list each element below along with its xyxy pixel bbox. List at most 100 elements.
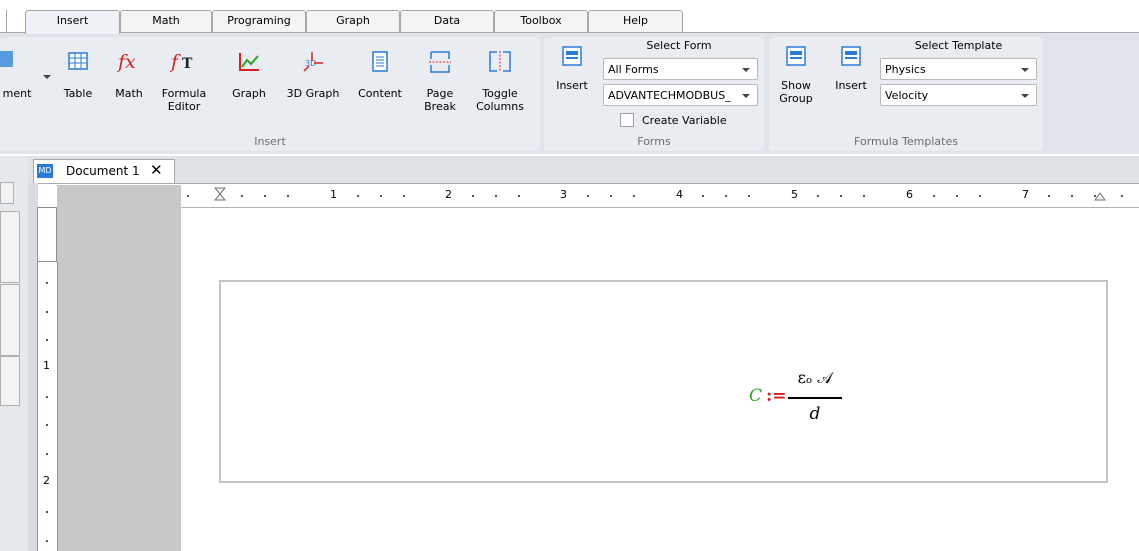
select-template-label: Select Template bbox=[914, 39, 1003, 52]
create-variable-label: Create Variable bbox=[642, 114, 727, 127]
template-icon bbox=[841, 46, 861, 66]
create-variable-checkbox[interactable] bbox=[620, 113, 634, 127]
tab-insert[interactable]: Insert bbox=[25, 10, 120, 34]
form-filter-select[interactable]: All Forms bbox=[603, 58, 758, 80]
svg-text:f: f bbox=[169, 51, 181, 73]
template-select[interactable]: Velocity bbox=[880, 84, 1037, 106]
insert-group: ment Table fx Math f T Formula Editor Gr… bbox=[0, 37, 540, 151]
show-group-label-1: Show bbox=[781, 79, 811, 92]
ruler-number: 1 bbox=[43, 359, 50, 372]
toggle-columns-icon bbox=[489, 51, 511, 72]
assign-operator: := bbox=[766, 386, 787, 406]
formula-templates-group: Show Group Insert Select Template Physic… bbox=[769, 37, 1043, 151]
fraction-bar bbox=[788, 397, 842, 399]
forms-insert-label: Insert bbox=[556, 79, 588, 92]
formula-editor-button[interactable]: f T Formula Editor bbox=[160, 51, 208, 113]
page-break-label-1: Page bbox=[426, 87, 454, 100]
tab-programing[interactable]: Programing bbox=[212, 10, 306, 33]
table-label: Table bbox=[63, 87, 93, 100]
comment-button[interactable]: ment bbox=[0, 47, 38, 100]
ruler-ticks bbox=[187, 187, 1123, 201]
toggle-columns-button[interactable]: Toggle Columns bbox=[472, 51, 528, 113]
template-category-select[interactable]: Physics bbox=[880, 58, 1037, 80]
page-break-button[interactable]: Page Break bbox=[420, 51, 460, 113]
formula-lhs: C bbox=[749, 386, 763, 406]
show-group-button[interactable]: Show Group bbox=[777, 45, 815, 105]
side-panel-tab-2[interactable] bbox=[0, 284, 20, 356]
page-break-label-2: Break bbox=[424, 100, 456, 113]
vertical-ruler: 1 2 bbox=[37, 262, 58, 551]
content-icon bbox=[372, 51, 388, 72]
ribbon-tab-bar: Insert Math Programing Graph Data Toolbo… bbox=[0, 0, 1139, 34]
horizontal-ruler: 1 2 3 4 5 6 7 bbox=[181, 185, 1139, 208]
forms-group: Insert Select Form All Forms ADVANTECHMO… bbox=[544, 37, 764, 151]
formula-editor-label-2: Editor bbox=[167, 100, 201, 113]
show-group-icon bbox=[786, 46, 806, 66]
math-button[interactable]: fx Math bbox=[112, 51, 146, 100]
forms-insert-button[interactable]: Insert bbox=[552, 45, 592, 92]
math-label: Math bbox=[115, 87, 143, 100]
form-filter-value: All Forms bbox=[608, 63, 659, 76]
insert-group-label: Insert bbox=[254, 135, 286, 148]
template-value: Velocity bbox=[885, 89, 929, 102]
formula-numerator: εₒ 𝒜 bbox=[797, 368, 833, 387]
ruler-number: 6 bbox=[906, 188, 913, 201]
table-button[interactable]: Table bbox=[60, 51, 96, 100]
content-label: Content bbox=[358, 87, 402, 100]
side-panel-tab-top[interactable] bbox=[0, 182, 14, 204]
form-icon bbox=[562, 46, 582, 66]
close-icon[interactable]: ✕ bbox=[150, 161, 163, 179]
form-select[interactable]: ADVANTECHMODBUS_ bbox=[603, 84, 758, 106]
select-form-label: Select Form bbox=[646, 39, 712, 52]
vertical-ruler-ticks bbox=[46, 282, 48, 542]
ruler-number: 4 bbox=[676, 188, 683, 201]
formula-denominator: d bbox=[809, 404, 821, 424]
graph-icon bbox=[239, 53, 259, 71]
toggle-columns-label-1: Toggle bbox=[482, 87, 518, 100]
chevron-down-icon bbox=[1021, 68, 1029, 72]
ribbon: ment Table fx Math f T Formula Editor Gr… bbox=[0, 32, 1139, 154]
tab-toolbox[interactable]: Toolbox bbox=[494, 10, 588, 33]
ruler-number: 2 bbox=[445, 188, 452, 201]
ruler-number: 7 bbox=[1022, 188, 1029, 201]
show-group-label-2: Group bbox=[779, 92, 813, 105]
page-margin-area bbox=[57, 185, 181, 551]
ruler-number: 5 bbox=[791, 188, 798, 201]
ruler-number: 1 bbox=[330, 188, 337, 201]
form-value: ADVANTECHMODBUS_ bbox=[608, 89, 731, 102]
document-tab[interactable]: MD Document 1 ✕ bbox=[33, 159, 175, 183]
templates-group-label: Formula Templates bbox=[854, 135, 958, 148]
content-button[interactable]: Content bbox=[354, 51, 406, 100]
ruler-number: 2 bbox=[43, 474, 50, 487]
graph-3d-label: 3D Graph bbox=[286, 87, 340, 100]
toggle-columns-label-2: Columns bbox=[476, 100, 524, 113]
side-panel bbox=[0, 156, 29, 551]
math-region[interactable]: C := εₒ 𝒜 d bbox=[219, 280, 1108, 483]
graph-button[interactable]: Graph bbox=[230, 51, 268, 100]
svg-text:fx: fx bbox=[116, 51, 136, 73]
document-tab-title: Document 1 bbox=[66, 164, 140, 178]
tab-math[interactable]: Math bbox=[120, 10, 212, 33]
graph-label: Graph bbox=[232, 87, 266, 100]
chevron-down-icon bbox=[742, 68, 750, 72]
dropdown-arrow-icon[interactable] bbox=[43, 75, 52, 81]
chevron-down-icon bbox=[742, 94, 750, 98]
document-tab-strip bbox=[28, 156, 1139, 184]
template-insert-button[interactable]: Insert bbox=[831, 45, 871, 92]
graph-3d-button[interactable]: 3D 3D Graph bbox=[284, 51, 342, 100]
template-category-value: Physics bbox=[885, 63, 926, 76]
document-type-badge: MD bbox=[37, 164, 53, 178]
side-panel-tab-1[interactable] bbox=[0, 211, 20, 283]
tab-graph[interactable]: Graph bbox=[306, 10, 400, 33]
comment-icon bbox=[0, 51, 13, 67]
formula-editor-label-1: Formula bbox=[161, 87, 207, 100]
tab-help[interactable]: Help bbox=[588, 10, 683, 33]
comment-label: ment bbox=[2, 87, 32, 100]
fx-icon: fx bbox=[116, 51, 136, 73]
tab-data[interactable]: Data bbox=[400, 10, 494, 33]
tab-edge bbox=[0, 10, 7, 32]
table-icon bbox=[68, 52, 88, 70]
side-panel-tab-3[interactable] bbox=[0, 356, 20, 406]
formula-editor-icon: f T bbox=[169, 51, 193, 73]
vertical-ruler-top bbox=[37, 207, 57, 262]
